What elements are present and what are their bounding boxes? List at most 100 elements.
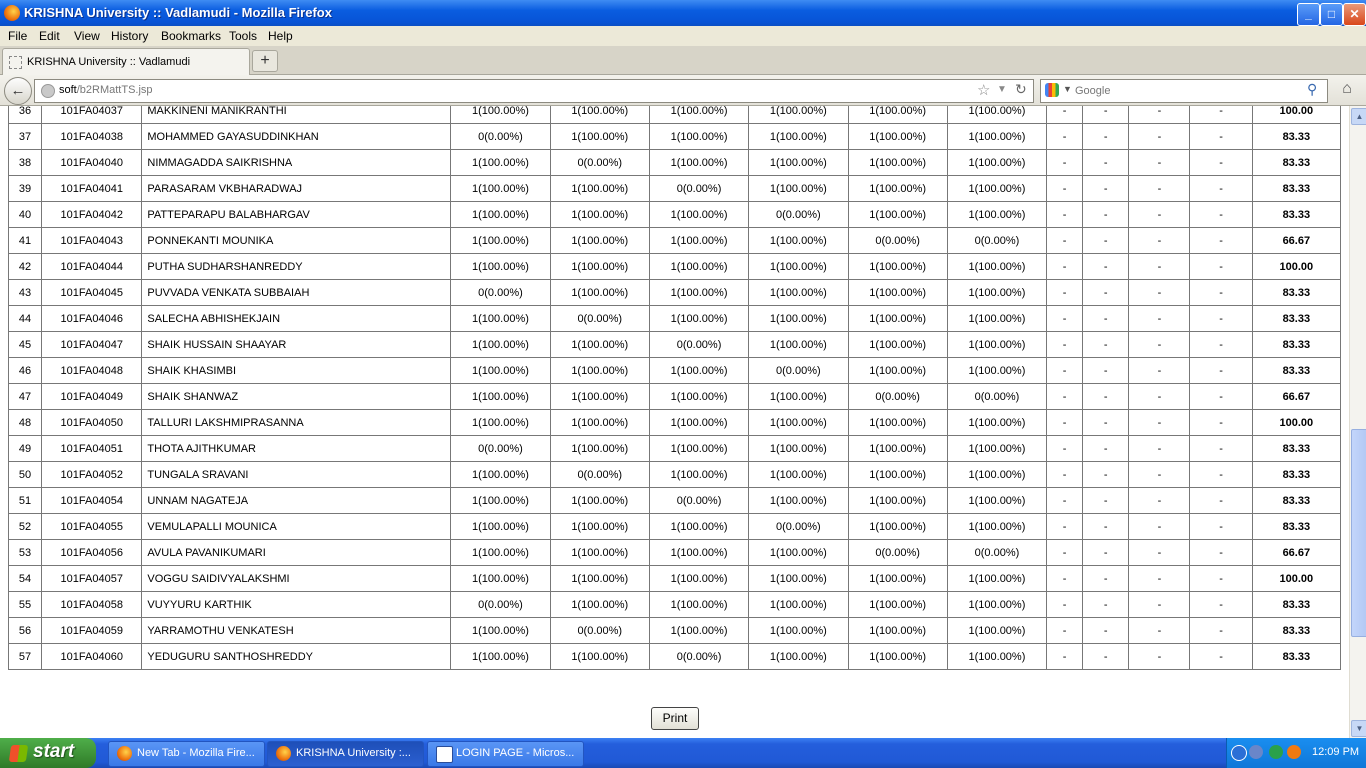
roll-number-cell: 101FA04060 bbox=[41, 643, 143, 670]
empty-attendance-cell: - bbox=[1046, 487, 1084, 514]
new-tab-button[interactable]: + bbox=[252, 50, 278, 72]
attendance-cell: 1(100.00%) bbox=[549, 201, 650, 228]
roll-number-cell: 101FA04055 bbox=[41, 513, 143, 540]
percentage-cell: 83.33 bbox=[1251, 305, 1342, 332]
percentage-cell: 83.33 bbox=[1251, 149, 1342, 176]
search-engine-dropdown-icon[interactable]: ▼ bbox=[1063, 84, 1072, 94]
tab-krishna-university[interactable]: KRISHNA University :: Vadlamudi bbox=[2, 48, 250, 75]
start-button[interactable]: start bbox=[0, 738, 96, 768]
scroll-thumb[interactable] bbox=[1351, 428, 1366, 637]
attendance-cell: 1(100.00%) bbox=[748, 539, 849, 566]
empty-attendance-cell: - bbox=[1128, 331, 1191, 358]
serial-number-cell: 47 bbox=[7, 383, 43, 410]
percentage-cell: 83.33 bbox=[1251, 201, 1342, 228]
serial-number-cell: 49 bbox=[7, 435, 43, 462]
menu-file[interactable]: File bbox=[8, 29, 27, 43]
percentage-cell: 100.00 bbox=[1251, 106, 1342, 124]
student-name-cell: TALLURI LAKSHMIPRASANNA bbox=[141, 409, 452, 436]
attendance-cell: 1(100.00%) bbox=[748, 227, 849, 254]
home-icon[interactable]: ⌂ bbox=[1336, 80, 1358, 100]
taskbar-item-login-page[interactable]: LOGIN PAGE - Micros... bbox=[427, 741, 584, 767]
network-icon[interactable] bbox=[1249, 745, 1263, 759]
minimize-button[interactable]: _ bbox=[1297, 3, 1320, 26]
attendance-cell: 1(100.00%) bbox=[450, 487, 551, 514]
url-bar[interactable]: soft/b2RMattTS.jsp ☆ ▼ ↻ bbox=[34, 79, 1034, 103]
table-row: 42 101FA04044 PUTHA SUDHARSHANREDDY 1(100.0… bbox=[7, 253, 1342, 280]
attendance-cell: 1(100.00%) bbox=[748, 617, 849, 644]
attendance-cell: 1(100.00%) bbox=[748, 123, 849, 150]
attendance-cell: 1(100.00%) bbox=[946, 435, 1048, 462]
menu-view[interactable]: View bbox=[74, 29, 100, 43]
table-row: 51 101FA04054 UNNAM NAGATEJA 1(100.00%) 1(10… bbox=[7, 487, 1342, 514]
percentage-cell: 100.00 bbox=[1251, 253, 1342, 280]
menu-tools[interactable]: Tools bbox=[229, 29, 257, 43]
url-text[interactable]: soft/b2RMattTS.jsp bbox=[59, 84, 153, 96]
attendance-cell: 1(100.00%) bbox=[748, 409, 849, 436]
attendance-cell: 1(100.00%) bbox=[748, 305, 849, 332]
roll-number-cell: 101FA04040 bbox=[41, 149, 143, 176]
empty-attendance-cell: - bbox=[1128, 149, 1191, 176]
taskbar-item-new-tab[interactable]: New Tab - Mozilla Fire... bbox=[108, 741, 265, 767]
empty-attendance-cell: - bbox=[1189, 539, 1253, 566]
attendance-cell: 1(100.00%) bbox=[450, 175, 551, 202]
empty-attendance-cell: - bbox=[1189, 383, 1253, 410]
tray-app-icon[interactable] bbox=[1287, 745, 1301, 759]
empty-attendance-cell: - bbox=[1046, 435, 1084, 462]
empty-attendance-cell: - bbox=[1046, 591, 1084, 618]
empty-attendance-cell: - bbox=[1189, 201, 1253, 228]
search-bar[interactable]: ▼ Google ⚲ bbox=[1040, 79, 1328, 103]
serial-number-cell: 52 bbox=[7, 513, 43, 540]
attendance-cell: 1(100.00%) bbox=[450, 201, 551, 228]
attendance-cell: 1(100.00%) bbox=[648, 409, 750, 436]
window-title-bar[interactable]: KRISHNA University :: Vadlamudi - Mozill… bbox=[0, 0, 1366, 26]
taskbar-item-krishna-university[interactable]: KRISHNA University :... bbox=[267, 741, 424, 767]
navigation-bar: ← soft/b2RMattTS.jsp ☆ ▼ ↻ ▼ Google ⚲ ⌂ bbox=[0, 75, 1366, 106]
empty-attendance-cell: - bbox=[1082, 201, 1130, 228]
student-name-cell: PUTHA SUDHARSHANREDDY bbox=[141, 253, 452, 280]
table-row: 46 101FA04048 SHAIK KHASIMBI 1(100.00%) 1(10… bbox=[7, 357, 1342, 384]
menu-bookmarks[interactable]: Bookmarks bbox=[161, 29, 221, 43]
roll-number-cell: 101FA04056 bbox=[41, 539, 143, 566]
student-name-cell: THOTA AJITHKUMAR bbox=[141, 435, 452, 462]
table-row: 36 101FA04037 MAKKINENI MANIKRANTHI 1(100.0… bbox=[7, 106, 1342, 124]
empty-attendance-cell: - bbox=[1082, 305, 1130, 332]
reload-icon[interactable]: ↻ bbox=[1015, 81, 1027, 98]
attendance-cell: 0(0.00%) bbox=[847, 383, 948, 410]
serial-number-cell: 53 bbox=[7, 539, 43, 566]
url-history-dropdown-icon[interactable]: ▼ bbox=[997, 84, 1007, 95]
firefox-logo-icon bbox=[4, 5, 20, 21]
attendance-cell: 1(100.00%) bbox=[748, 175, 849, 202]
empty-attendance-cell: - bbox=[1189, 409, 1253, 436]
attendance-cell: 1(100.00%) bbox=[450, 513, 551, 540]
google-logo-icon[interactable] bbox=[1045, 83, 1059, 97]
bookmark-star-icon[interactable]: ☆ bbox=[977, 81, 990, 99]
menu-help[interactable]: Help bbox=[268, 29, 293, 43]
tray-arrow-icon[interactable] bbox=[1231, 745, 1247, 761]
attendance-cell: 1(100.00%) bbox=[946, 591, 1048, 618]
search-input[interactable]: Google bbox=[1075, 85, 1110, 97]
vertical-scrollbar[interactable]: ▲ ▼ bbox=[1349, 106, 1366, 738]
maximize-button[interactable]: □ bbox=[1320, 3, 1343, 26]
scroll-down-arrow-icon[interactable]: ▼ bbox=[1351, 720, 1366, 737]
utorrent-icon[interactable] bbox=[1269, 745, 1283, 759]
system-tray: 12:09 PM bbox=[1226, 738, 1366, 768]
attendance-cell: 1(100.00%) bbox=[748, 331, 849, 358]
empty-attendance-cell: - bbox=[1082, 591, 1130, 618]
serial-number-cell: 38 bbox=[7, 149, 43, 176]
menu-history[interactable]: History bbox=[111, 29, 148, 43]
attendance-cell: 1(100.00%) bbox=[450, 305, 551, 332]
scroll-up-arrow-icon[interactable]: ▲ bbox=[1351, 108, 1366, 125]
roll-number-cell: 101FA04047 bbox=[41, 331, 143, 358]
back-button[interactable]: ← bbox=[4, 77, 32, 105]
menu-edit[interactable]: Edit bbox=[39, 29, 60, 43]
roll-number-cell: 101FA04042 bbox=[41, 201, 143, 228]
empty-attendance-cell: - bbox=[1128, 305, 1191, 332]
empty-attendance-cell: - bbox=[1082, 357, 1130, 384]
close-button[interactable]: ✕ bbox=[1343, 3, 1366, 26]
search-icon[interactable]: ⚲ bbox=[1307, 81, 1317, 98]
attendance-cell: 0(0.00%) bbox=[946, 539, 1048, 566]
serial-number-cell: 48 bbox=[7, 409, 43, 436]
attendance-cell: 1(100.00%) bbox=[648, 253, 750, 280]
print-button[interactable]: Print bbox=[651, 707, 699, 730]
empty-attendance-cell: - bbox=[1046, 513, 1084, 540]
